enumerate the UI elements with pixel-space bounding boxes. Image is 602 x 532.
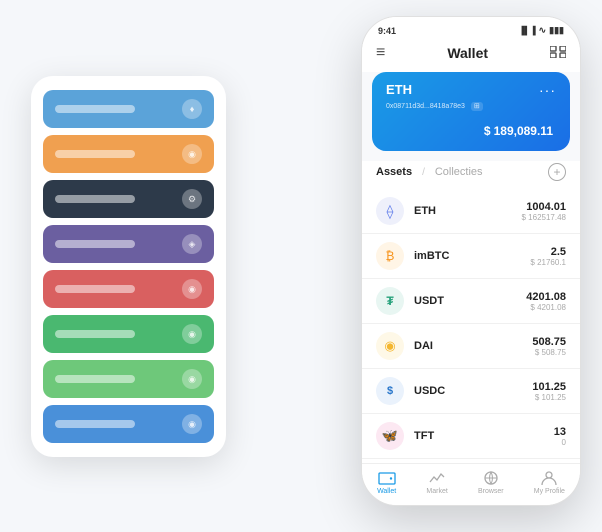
asset-amounts-eth: 1004.01 $ 162517.48 [522, 201, 567, 222]
imbtc-icon: ₿ [376, 242, 404, 270]
card-icon: ◉ [182, 414, 202, 434]
page-title: Wallet [447, 45, 488, 61]
nav-profile[interactable]: My Profile [534, 470, 565, 495]
dai-icon: ◉ [376, 332, 404, 360]
nav-browser-label: Browser [478, 488, 504, 495]
tab-divider: / [422, 167, 425, 178]
asset-name-usdc: USDC [414, 385, 532, 397]
usdc-amount: 101.25 [532, 381, 566, 393]
card-item-green-card[interactable]: ◉ [43, 315, 214, 353]
asset-item-usdt[interactable]: ₮ USDT 4201.08 $ 4201.08 [362, 279, 580, 324]
asset-item-tft[interactable]: 🦋 TFT 13 0 [362, 414, 580, 459]
eth-card-address: 0x08711d3d...8418a78e3 ⊞ [386, 102, 556, 110]
eth-card-title: ETH [386, 82, 412, 97]
asset-name-dai: DAI [414, 340, 532, 352]
asset-amounts-imbtc: 2.5 $ 21760.1 [530, 246, 566, 267]
eth-card-options[interactable]: ··· [539, 82, 556, 98]
card-icon: ◉ [182, 369, 202, 389]
asset-name-tft: TFT [414, 430, 554, 442]
asset-name-imbtc: imBTC [414, 250, 530, 262]
phone-header: ≡ Wallet [362, 40, 580, 72]
usdt-amount: 4201.08 [526, 291, 566, 303]
card-item-red-card[interactable]: ◉ [43, 270, 214, 308]
card-label [55, 330, 135, 338]
asset-amounts-tft: 13 0 [554, 426, 566, 447]
status-time: 9:41 [378, 26, 396, 36]
card-item-blue-card[interactable]: ♦ [43, 90, 214, 128]
tft-usd: 0 [554, 438, 566, 447]
dai-amount: 508.75 [532, 336, 566, 348]
dai-usd: $ 508.75 [532, 348, 566, 357]
card-item-orange-card[interactable]: ◉ [43, 135, 214, 173]
collecties-tab[interactable]: Collecties [435, 166, 483, 178]
usdc-usd: $ 101.25 [532, 393, 566, 402]
asset-list: ⟠ ETH 1004.01 $ 162517.48 ₿ imBTC 2.5 $ … [362, 189, 580, 463]
add-asset-button[interactable]: + [548, 163, 566, 181]
card-icon: ♦ [182, 99, 202, 119]
card-stack: ♦ ◉ ⚙ ◈ ◉ ◉ ◉ ◉ [31, 76, 226, 457]
asset-item-imbtc[interactable]: ₿ imBTC 2.5 $ 21760.1 [362, 234, 580, 279]
expand-icon[interactable] [550, 46, 566, 61]
card-label [55, 375, 135, 383]
usdt-icon: ₮ [376, 287, 404, 315]
nav-market-label: Market [426, 488, 447, 495]
tft-icon: 🦋 [376, 422, 404, 450]
eth-amount: 1004.01 [522, 201, 567, 213]
imbtc-usd: $ 21760.1 [530, 258, 566, 267]
asset-name-usdt: USDT [414, 295, 526, 307]
usdt-usd: $ 4201.08 [526, 303, 566, 312]
eth-card[interactable]: ETH ··· 0x08711d3d...8418a78e3 ⊞ $189,08… [372, 72, 570, 151]
menu-icon[interactable]: ≡ [376, 44, 385, 62]
assets-header: Assets / Collecties + [362, 161, 580, 189]
asset-amounts-usdt: 4201.08 $ 4201.08 [526, 291, 566, 312]
asset-item-dai[interactable]: ◉ DAI 508.75 $ 508.75 [362, 324, 580, 369]
phone-mockup: 9:41 ▐▌▐ ∿ ▮▮▮ ≡ Wallet [361, 16, 581, 506]
card-label [55, 420, 135, 428]
asset-item-usdc[interactable]: $ USDC 101.25 $ 101.25 [362, 369, 580, 414]
wifi-icon: ∿ [539, 25, 547, 36]
card-icon: ◉ [182, 144, 202, 164]
tft-amount: 13 [554, 426, 566, 438]
card-label [55, 105, 135, 113]
status-bar: 9:41 ▐▌▐ ∿ ▮▮▮ [362, 17, 580, 40]
nav-wallet-label: Wallet [377, 488, 396, 495]
asset-amounts-usdc: 101.25 $ 101.25 [532, 381, 566, 402]
card-icon: ⚙ [182, 189, 202, 209]
card-item-purple-card[interactable]: ◈ [43, 225, 214, 263]
eth-card-balance: $189,089.11 [386, 118, 556, 141]
assets-tab[interactable]: Assets [376, 166, 412, 178]
usdc-icon: $ [376, 377, 404, 405]
card-label [55, 240, 135, 248]
card-item-lightgreen-card[interactable]: ◉ [43, 360, 214, 398]
card-label [55, 150, 135, 158]
signal-icon: ▐▌▐ [519, 26, 536, 35]
status-icons: ▐▌▐ ∿ ▮▮▮ [519, 25, 564, 36]
card-icon: ◉ [182, 279, 202, 299]
card-icon: ◉ [182, 324, 202, 344]
scene: ♦ ◉ ⚙ ◈ ◉ ◉ ◉ ◉ 9:41 ▐▌▐ ∿ ▮▮▮ ≡ Wallet [21, 16, 581, 516]
card-item-dark-card[interactable]: ⚙ [43, 180, 214, 218]
nav-profile-label: My Profile [534, 488, 565, 495]
asset-item-eth[interactable]: ⟠ ETH 1004.01 $ 162517.48 [362, 189, 580, 234]
card-label [55, 285, 135, 293]
eth-usd: $ 162517.48 [522, 213, 567, 222]
eth-icon: ⟠ [376, 197, 404, 225]
bottom-nav: Wallet Market Browser [362, 463, 580, 505]
card-icon: ◈ [182, 234, 202, 254]
card-label [55, 195, 135, 203]
imbtc-amount: 2.5 [530, 246, 566, 258]
nav-wallet[interactable]: Wallet [377, 470, 396, 495]
asset-amounts-dai: 508.75 $ 508.75 [532, 336, 566, 357]
card-item-blue2-card[interactable]: ◉ [43, 405, 214, 443]
nav-market[interactable]: Market [426, 470, 447, 495]
asset-name-eth: ETH [414, 205, 522, 217]
battery-icon: ▮▮▮ [549, 25, 564, 36]
nav-browser[interactable]: Browser [478, 470, 504, 495]
